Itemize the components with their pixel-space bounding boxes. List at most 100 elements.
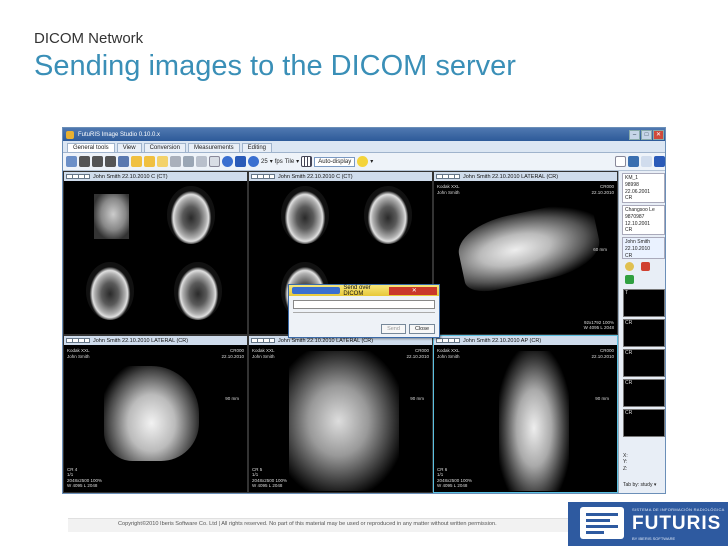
image-pane-hand[interactable]: John Smith 22.10.2010 LATERAL (CR) Kodak… <box>433 171 618 335</box>
pane-header-text: John Smith 22.10.2010 C (CT) <box>93 173 168 180</box>
tab-by-control[interactable]: Tab by: study ▾ <box>623 482 656 488</box>
logo-subtext: BY IBERIS SOFTWARE <box>632 536 676 541</box>
logo-tagline: SISTEMA DE INFORMACIÓN RADIOLÓGICA <box>632 507 725 512</box>
overlay-bottom-right: 92x1792 100% W 4095 L 2048 <box>583 319 614 331</box>
chevron-down-icon[interactable]: ▾ <box>296 158 299 165</box>
notes-icon[interactable] <box>615 156 626 167</box>
minimize-icon[interactable]: – <box>629 129 640 140</box>
overlay-top-left: Kodak XXL John Smith <box>252 348 275 359</box>
close-button[interactable]: Close <box>408 324 435 334</box>
layout-icon[interactable] <box>251 338 275 343</box>
overlay-top-right: CR000 22.10.2010 <box>406 348 429 359</box>
patient-entry-selected[interactable]: John Smith 22.10.2010 CR <box>622 237 665 259</box>
patient-entry[interactable]: Changsoo Le 9870987 12.10.2001 CR <box>622 205 665 235</box>
hand-xray-image <box>453 198 605 296</box>
ct-slice-image <box>167 186 215 244</box>
play-back-icon[interactable] <box>222 156 233 167</box>
app-icon <box>66 130 74 139</box>
layout-icon[interactable] <box>66 338 90 343</box>
coordinates: X: Y: Z: <box>623 453 628 472</box>
dialog-titlebar[interactable]: Send over DICOM ✕ <box>289 285 439 297</box>
layout-icon[interactable] <box>436 174 460 179</box>
overlay-top-left: Kodak XXL John Smith <box>437 184 460 195</box>
close-icon[interactable]: ✕ <box>653 129 664 140</box>
auto-display-button[interactable]: Auto-display <box>314 156 356 167</box>
slide-footer: Copyright©2010 Iberis Software Co. Ltd |… <box>0 500 728 546</box>
window-titlebar[interactable]: FutuRIS Image Studio 0.10.0.x – □ ✕ <box>63 128 665 141</box>
series-thumbnail[interactable]: CR <box>623 409 665 437</box>
image-pane-ankle[interactable]: John Smith 22.10.2010 LATERAL (CR) Kodak… <box>63 335 248 493</box>
play-icon[interactable] <box>248 156 259 167</box>
tile-label[interactable]: Tile <box>285 159 294 165</box>
remove-icon[interactable] <box>641 262 650 271</box>
ruler-label: 90 mm <box>225 396 239 401</box>
main-toolbar: 25 ▾ fps Tile ▾ Auto-display ▾ <box>63 153 665 171</box>
futuris-logo-icon <box>580 507 624 539</box>
layout-icon[interactable] <box>118 156 129 167</box>
spine-xray-image <box>289 351 399 491</box>
grid-icon[interactable] <box>301 156 313 167</box>
ruler-label: 60 mm <box>593 247 607 252</box>
series-thumbnail[interactable]: CR <box>623 379 665 407</box>
patient-entry[interactable]: KM_1 98998 22.06.2001 CR <box>622 173 665 203</box>
recycle-icon[interactable] <box>628 156 639 167</box>
layout-icon[interactable] <box>66 174 90 179</box>
pane-header-text: John Smith 22.10.2010 AP (CR) <box>463 337 542 344</box>
send-progress-bar <box>293 300 435 309</box>
pane-header: John Smith 22.10.2010 AP (CR) <box>434 336 617 345</box>
fps-value[interactable]: 25 <box>261 159 268 165</box>
maximize-icon[interactable]: □ <box>641 129 652 140</box>
dicom-send-icon <box>292 287 341 294</box>
film-icon[interactable] <box>105 156 116 167</box>
send-button[interactable]: Send <box>381 324 406 334</box>
tab-conversion[interactable]: Conversion <box>143 143 186 152</box>
open-icon[interactable] <box>66 156 77 167</box>
ribbon-tabs: General tools View Conversion Measuremen… <box>63 141 665 153</box>
overlay-top-left: Kodak XXL John Smith <box>67 348 90 359</box>
overlay-bottom-left: CR 6 1/1 2048x2500 100% W 4095 L 2048 <box>437 466 473 489</box>
film-icon[interactable] <box>79 156 90 167</box>
copyright-text: Copyright©2010 Iberis Software Co. Ltd |… <box>118 521 497 527</box>
add-icon[interactable] <box>625 275 634 284</box>
ruler-label: 90 mm <box>410 396 424 401</box>
slide-title: Sending images to the DICOM server <box>34 50 516 82</box>
tag-icon[interactable] <box>157 156 168 167</box>
image-pane-spine[interactable]: John Smith 22.10.2010 LATERAL (CR) Kodak… <box>248 335 433 493</box>
ct-slice-image <box>86 262 134 320</box>
folder-open-icon[interactable] <box>144 156 155 167</box>
shield-icon[interactable] <box>641 156 652 167</box>
series-thumbnail[interactable]: CR <box>623 319 665 347</box>
folder-icon[interactable] <box>131 156 142 167</box>
lightbulb-icon[interactable] <box>357 156 369 167</box>
tab-editing[interactable]: Editing <box>241 143 272 152</box>
print-icon[interactable] <box>196 156 207 167</box>
gallery-icon[interactable] <box>183 156 194 167</box>
series-thumbnail[interactable]: T <box>623 289 665 317</box>
tab-general-tools[interactable]: General tools <box>67 143 115 152</box>
tab-measurements[interactable]: Measurements <box>187 143 240 152</box>
image-pane-knee[interactable]: John Smith 22.10.2010 AP (CR) Kodak XXL J… <box>433 335 618 493</box>
disk-icon[interactable] <box>170 156 181 167</box>
chevron-down-icon[interactable]: ▾ <box>370 158 373 165</box>
chevron-down-icon[interactable]: ▾ <box>270 158 273 165</box>
dialog-close-icon[interactable]: ✕ <box>388 286 437 295</box>
image-pane-ct-1[interactable]: John Smith 22.10.2010 C (CT) <box>63 171 248 335</box>
pane-header: John Smith 22.10.2010 C (CT) <box>249 172 432 181</box>
pane-header: John Smith 22.10.2010 LATERAL (CR) <box>434 172 617 181</box>
overlay-bottom-left: CR 5 1/1 2048x2500 100% W 4095 L 2048 <box>252 466 288 489</box>
series-thumbnail[interactable]: CR <box>623 349 665 377</box>
layout-icon[interactable] <box>251 174 275 179</box>
film-icon[interactable] <box>92 156 103 167</box>
layout-icon[interactable] <box>436 338 460 343</box>
stop-icon[interactable] <box>235 156 246 167</box>
tab-view[interactable]: View <box>116 143 142 152</box>
send-dicom-dialog: Send over DICOM ✕ Send Close <box>288 284 440 338</box>
search-icon[interactable] <box>625 262 634 271</box>
mail-icon[interactable] <box>209 156 220 167</box>
close-x-icon[interactable] <box>654 156 665 167</box>
dialog-divider <box>293 312 435 313</box>
ct-scout-image <box>94 194 129 239</box>
patient-sidebar: KM_1 98998 22.06.2001 CR Changsoo Le 9870987… <box>618 171 665 493</box>
futuris-logo: SISTEMA DE INFORMACIÓN RADIOLÓGICA FUTUR… <box>568 502 728 546</box>
overlay-top-right: CR000 22.10.2010 <box>591 348 614 359</box>
